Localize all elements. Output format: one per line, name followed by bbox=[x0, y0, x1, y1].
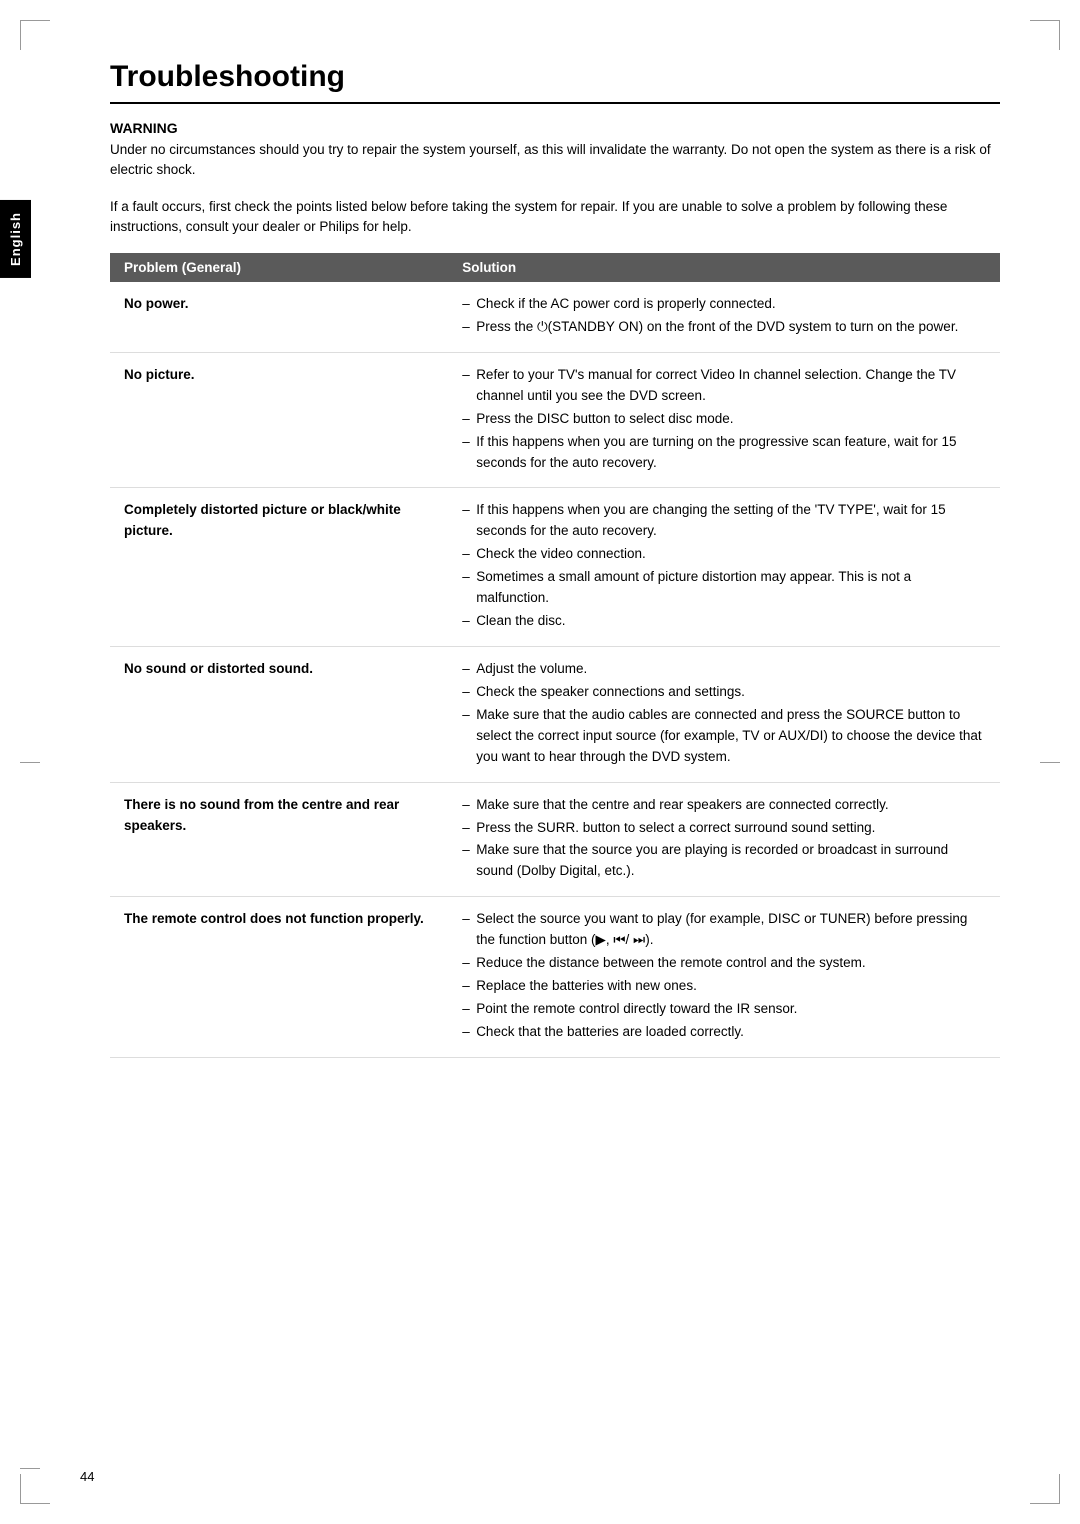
solution-item: Make sure that the audio cables are conn… bbox=[462, 705, 986, 768]
corner-mark-top-left bbox=[20, 20, 50, 50]
table-header-row: Problem (General) Solution bbox=[110, 253, 1000, 282]
solution-item: If this happens when you are changing th… bbox=[462, 500, 986, 542]
col-header-problem: Problem (General) bbox=[110, 253, 448, 282]
problem-cell-3: No sound or distorted sound. bbox=[110, 646, 448, 782]
problem-cell-0: No power. bbox=[110, 282, 448, 352]
solution-item: Adjust the volume. bbox=[462, 659, 986, 680]
page-title: Troubleshooting bbox=[110, 60, 1000, 94]
solution-cell-3: Adjust the volume.Check the speaker conn… bbox=[448, 646, 1000, 782]
solution-item: Replace the batteries with new ones. bbox=[462, 976, 986, 997]
solution-item: Check the speaker connections and settin… bbox=[462, 682, 986, 703]
solution-item: Clean the disc. bbox=[462, 611, 986, 632]
solution-item: Make sure that the source you are playin… bbox=[462, 840, 986, 882]
page-number: 44 bbox=[80, 1469, 94, 1484]
warning-section: WARNING Under no circumstances should yo… bbox=[110, 120, 1000, 181]
solution-item: Press the DISC button to select disc mod… bbox=[462, 409, 986, 430]
corner-mark-top-right bbox=[1030, 20, 1060, 50]
solution-item: Check if the AC power cord is properly c… bbox=[462, 294, 986, 315]
problem-cell-5: The remote control does not function pro… bbox=[110, 897, 448, 1058]
solution-item: Select the source you want to play (for … bbox=[462, 909, 986, 951]
table-row: The remote control does not function pro… bbox=[110, 897, 1000, 1058]
solution-item: Check the video connection. bbox=[462, 544, 986, 565]
intro-text: If a fault occurs, first check the point… bbox=[110, 197, 1000, 238]
solution-item: Point the remote control directly toward… bbox=[462, 999, 986, 1020]
title-divider bbox=[110, 102, 1000, 104]
solution-cell-4: Make sure that the centre and rear speak… bbox=[448, 782, 1000, 897]
solution-item: Check that the batteries are loaded corr… bbox=[462, 1022, 986, 1043]
solution-cell-5: Select the source you want to play (for … bbox=[448, 897, 1000, 1058]
table-row: No sound or distorted sound.Adjust the v… bbox=[110, 646, 1000, 782]
table-row: No picture. Refer to your TV's manual for… bbox=[110, 352, 1000, 488]
table-row: There is no sound from the centre and re… bbox=[110, 782, 1000, 897]
solution-item: Sometimes a small amount of picture dist… bbox=[462, 567, 986, 609]
col-header-solution: Solution bbox=[448, 253, 1000, 282]
solution-item: If this happens when you are turning on … bbox=[462, 432, 986, 474]
problem-cell-2: Completely distorted picture or black/wh… bbox=[110, 488, 448, 647]
problem-cell-4: There is no sound from the centre and re… bbox=[110, 782, 448, 897]
solution-item: Press the SURR. button to select a corre… bbox=[462, 818, 986, 839]
table-row: Completely distorted picture or black/wh… bbox=[110, 488, 1000, 647]
side-mark-bottom bbox=[20, 1468, 40, 1469]
solution-cell-0: Check if the AC power cord is properly c… bbox=[448, 282, 1000, 352]
page-container: English Troubleshooting WARNING Under no… bbox=[0, 0, 1080, 1524]
side-mark-right bbox=[1040, 762, 1060, 763]
corner-mark-bottom-right bbox=[1030, 1474, 1060, 1504]
troubleshooting-table: Problem (General) Solution No power. Chec… bbox=[110, 253, 1000, 1058]
main-content: Troubleshooting WARNING Under no circums… bbox=[110, 60, 1000, 1058]
solution-item: Make sure that the centre and rear speak… bbox=[462, 795, 986, 816]
solution-item: Reduce the distance between the remote c… bbox=[462, 953, 986, 974]
corner-mark-bottom-left bbox=[20, 1474, 50, 1504]
solution-item: Press the ⏻(STANDBY ON) on the front of … bbox=[462, 317, 986, 338]
warning-text-1: Under no circumstances should you try to… bbox=[110, 140, 1000, 181]
problem-cell-1: No picture. bbox=[110, 352, 448, 488]
language-tab: English bbox=[0, 200, 31, 278]
solution-item: Refer to your TV's manual for correct Vi… bbox=[462, 365, 986, 407]
table-row: No power. Check if the AC power cord is p… bbox=[110, 282, 1000, 352]
side-mark-left bbox=[20, 762, 40, 763]
warning-label: WARNING bbox=[110, 120, 1000, 136]
solution-cell-1: Refer to your TV's manual for correct Vi… bbox=[448, 352, 1000, 488]
solution-cell-2: If this happens when you are changing th… bbox=[448, 488, 1000, 647]
